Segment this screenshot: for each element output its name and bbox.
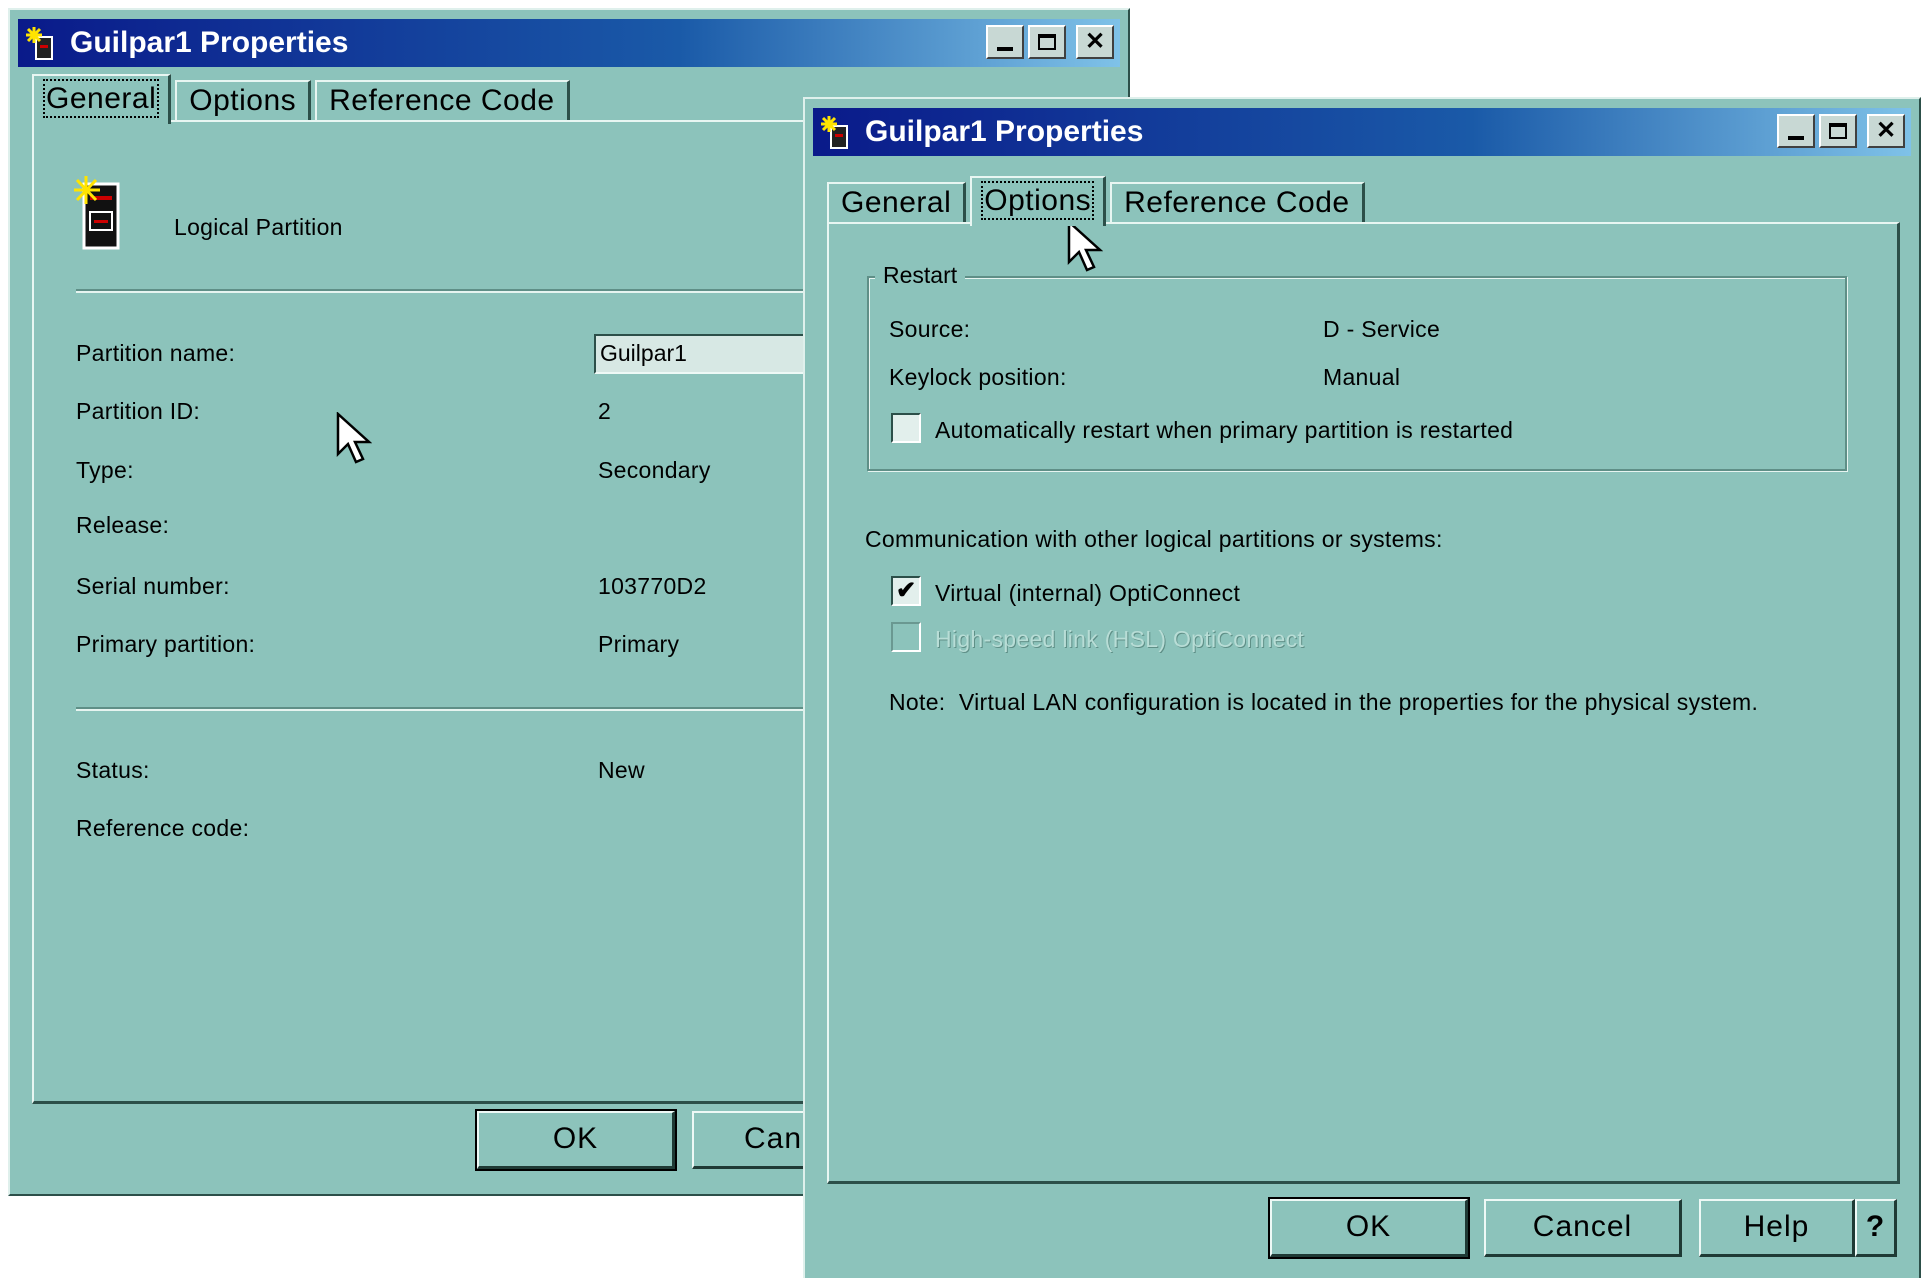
minimize-icon bbox=[1788, 136, 1804, 140]
minimize-button[interactable] bbox=[986, 25, 1024, 59]
partition-id-label: Partition ID: bbox=[76, 398, 201, 424]
tab-general[interactable]: General bbox=[32, 74, 172, 124]
help-button[interactable]: Help bbox=[1699, 1199, 1855, 1257]
hsl-opticonnect-checkbox[interactable] bbox=[891, 622, 921, 652]
tab-reference-code[interactable]: Reference Code bbox=[315, 80, 570, 122]
maximize-icon bbox=[1038, 34, 1056, 50]
minimize-icon bbox=[997, 47, 1013, 51]
tab-options[interactable]: Options bbox=[970, 176, 1107, 226]
restart-group-title: Restart bbox=[875, 262, 966, 289]
title-bar[interactable]: Guilpar1 Properties ✕ bbox=[813, 108, 1911, 156]
release-label: Release: bbox=[76, 512, 170, 538]
serial-number-value: 103770D2 bbox=[598, 573, 707, 599]
note-text: Note: Virtual LAN configuration is locat… bbox=[889, 689, 1759, 715]
serial-number-label: Serial number: bbox=[76, 573, 230, 599]
maximize-icon bbox=[1829, 123, 1847, 139]
close-icon: ✕ bbox=[1084, 28, 1106, 55]
checkmark-icon: ✔ bbox=[895, 577, 917, 604]
cancel-button[interactable]: Cancel bbox=[1484, 1199, 1682, 1257]
mouse-pointer-icon bbox=[336, 412, 372, 464]
close-button[interactable]: ✕ bbox=[1076, 25, 1114, 59]
tab-reference-code[interactable]: Reference Code bbox=[1110, 182, 1365, 224]
tab-options[interactable]: Options bbox=[175, 80, 312, 122]
status-label: Status: bbox=[76, 757, 150, 783]
keylock-position-value: Manual bbox=[1323, 364, 1401, 390]
partition-name-label: Partition name: bbox=[76, 340, 236, 366]
primary-partition-label: Primary partition: bbox=[76, 631, 256, 657]
tab-panel-options: Restart Source: D - Service Keylock posi… bbox=[827, 220, 1900, 1184]
primary-partition-value: Primary bbox=[598, 631, 680, 657]
ok-button[interactable]: OK bbox=[1268, 1197, 1470, 1259]
tab-strip: General Options Reference Code bbox=[827, 174, 1369, 226]
auto-restart-checkbox[interactable] bbox=[891, 413, 921, 443]
virtual-opticonnect-label[interactable]: Virtual (internal) OptiConnect bbox=[935, 580, 1240, 607]
reference-code-label: Reference code: bbox=[76, 815, 250, 841]
source-label: Source: bbox=[889, 316, 971, 342]
keylock-position-label: Keylock position: bbox=[889, 364, 1067, 390]
title-bar[interactable]: Guilpar1 Properties ✕ bbox=[18, 19, 1120, 67]
auto-restart-label[interactable]: Automatically restart when primary parti… bbox=[935, 417, 1513, 444]
header-label: Logical Partition bbox=[174, 214, 343, 240]
minimize-button[interactable] bbox=[1777, 114, 1815, 148]
hsl-opticonnect-label[interactable]: High-speed link (HSL) OptiConnect bbox=[935, 626, 1304, 653]
type-value: Secondary bbox=[598, 457, 711, 483]
source-value: D - Service bbox=[1323, 316, 1441, 342]
app-icon bbox=[26, 27, 53, 60]
communication-heading: Communication with other logical partiti… bbox=[865, 526, 1443, 552]
whats-this-help-button[interactable]: ? bbox=[1855, 1199, 1897, 1257]
ok-button[interactable]: OK bbox=[475, 1109, 677, 1171]
virtual-opticonnect-checkbox[interactable]: ✔ bbox=[891, 576, 921, 606]
status-value: New bbox=[598, 757, 645, 783]
close-button[interactable]: ✕ bbox=[1867, 114, 1905, 148]
logical-partition-icon bbox=[74, 176, 120, 250]
tab-strip: General Options Reference Code bbox=[32, 72, 574, 124]
app-icon bbox=[821, 116, 848, 149]
tab-general[interactable]: General bbox=[827, 182, 967, 224]
close-icon: ✕ bbox=[1875, 117, 1897, 144]
type-label: Type: bbox=[76, 457, 134, 483]
window-title: Guilpar1 Properties bbox=[865, 115, 1144, 148]
maximize-button[interactable] bbox=[1819, 114, 1857, 148]
maximize-button[interactable] bbox=[1028, 25, 1066, 59]
front-properties-window: Guilpar1 Properties ✕ General Options Re… bbox=[803, 97, 1921, 1278]
mouse-pointer-icon bbox=[1067, 220, 1103, 272]
window-title: Guilpar1 Properties bbox=[70, 26, 349, 59]
partition-id-value: 2 bbox=[598, 398, 612, 424]
